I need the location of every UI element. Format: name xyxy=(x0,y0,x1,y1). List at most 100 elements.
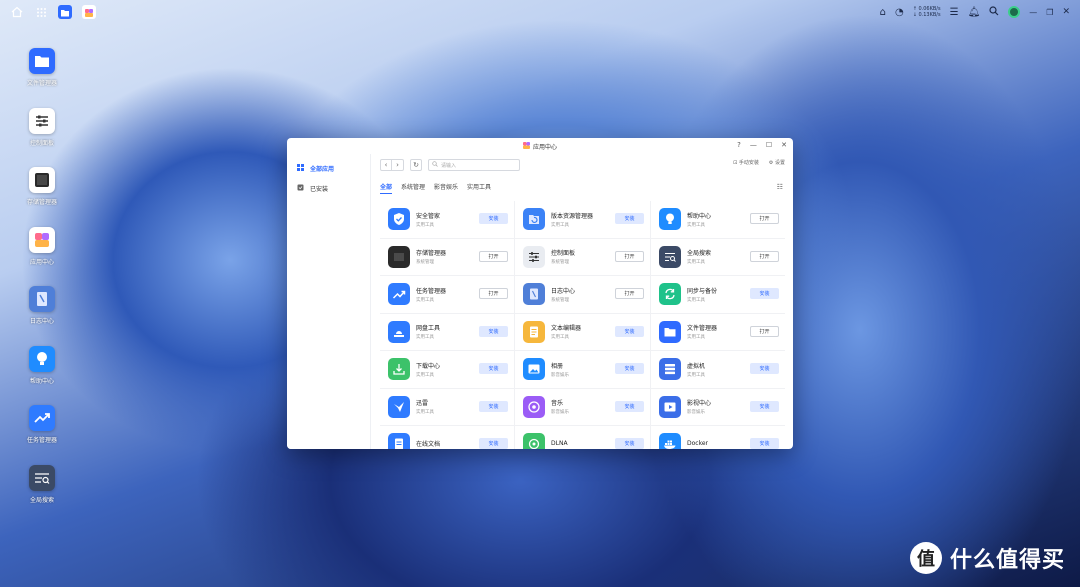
app-card[interactable]: 控制面板 系统管理 打开 xyxy=(515,238,651,276)
top-taskbar: ⌂ ◔ ↑ 0.06KB/s ↓ 0.13KB/s ☰ 🔔︎ — ❐ ✕ xyxy=(0,0,1080,24)
app-card[interactable]: 文本编辑器 实用工具 安装 xyxy=(515,313,651,351)
desktop-item-label: 应用中心 xyxy=(29,258,54,266)
app-card[interactable]: 存储管理器 系统管理 打开 xyxy=(380,238,515,276)
app-name: 日志中心 xyxy=(551,287,576,295)
back-button[interactable]: ‹ xyxy=(380,159,392,171)
restore-icon[interactable]: ❐ xyxy=(1046,8,1053,17)
install-button[interactable]: 安装 xyxy=(750,288,779,299)
search-input[interactable]: 请输入 xyxy=(428,159,520,171)
install-button[interactable]: 安装 xyxy=(615,400,644,412)
app-card[interactable]: 同步与备份 实用工具 安装 xyxy=(651,276,785,314)
open-button[interactable]: 打开 xyxy=(479,250,508,262)
manual-install-label: 手动安装 xyxy=(738,160,759,166)
tab-utilities[interactable]: 实用工具 xyxy=(467,182,491,194)
app-name: 全局搜索 xyxy=(687,250,712,258)
app-card[interactable]: 在线文档 安装 xyxy=(380,426,515,449)
desktop-item-storage-manager[interactable]: 存储管理器 xyxy=(18,167,66,227)
home-icon[interactable] xyxy=(10,5,24,19)
taskbar-app-center-icon[interactable] xyxy=(82,5,96,19)
app-name: 文本编辑器 xyxy=(551,325,582,333)
open-button[interactable]: 打开 xyxy=(479,288,508,299)
toolbar: ‹ › ↻ 请输入 ⊡ 手动安装 ⚙ 设置 xyxy=(380,158,785,172)
app-card[interactable]: 日志中心 系统管理 打开 xyxy=(515,276,651,314)
app-card[interactable]: 版本资源管理器 实用工具 安装 xyxy=(515,201,651,239)
open-button[interactable]: 打开 xyxy=(750,213,779,224)
app-grid-icon[interactable] xyxy=(34,5,48,19)
minimize-icon[interactable]: — xyxy=(1029,8,1037,17)
app-card[interactable]: 迅雷 实用工具 安装 xyxy=(380,388,515,426)
close-icon[interactable]: ✕ xyxy=(1062,7,1070,17)
log-icon xyxy=(29,286,55,312)
filter-icon[interactable]: ☷ xyxy=(777,183,783,191)
app-card[interactable]: 文件管理器 实用工具 打开 xyxy=(651,314,785,351)
dlna-icon xyxy=(523,433,545,449)
window-titlebar[interactable]: 应用中心 ? — ☐ ✕ xyxy=(287,138,793,154)
app-category: 实用工具 xyxy=(416,222,434,228)
install-button[interactable]: 安装 xyxy=(615,363,644,374)
app-category: 实用工具 xyxy=(416,372,434,378)
app-card[interactable]: 音乐 影音娱乐 安装 xyxy=(515,388,651,426)
app-card[interactable]: 影视中心 影音娱乐 安装 xyxy=(651,389,785,426)
app-card[interactable]: Docker 安装 xyxy=(651,426,785,449)
installed-icon xyxy=(297,184,304,193)
app-card[interactable]: 下载中心 实用工具 安装 xyxy=(380,351,515,389)
minimize-icon[interactable]: — xyxy=(750,141,757,149)
taskbar-file-manager-icon[interactable] xyxy=(58,5,72,19)
install-button[interactable]: 安装 xyxy=(750,438,779,449)
install-button[interactable]: 安装 xyxy=(479,213,508,224)
install-button[interactable]: 安装 xyxy=(615,438,644,449)
desktop-item-app-center[interactable]: 应用中心 xyxy=(18,226,66,287)
network-icon[interactable]: ⌂ xyxy=(880,7,886,18)
maximize-icon[interactable]: ☐ xyxy=(766,141,772,149)
app-category: 系统管理 xyxy=(416,260,434,266)
tab-all[interactable]: 全部 xyxy=(380,182,393,194)
install-button[interactable]: 安装 xyxy=(479,325,508,337)
app-card[interactable]: 相册 影音娱乐 安装 xyxy=(515,351,651,389)
help-icon[interactable]: ? xyxy=(737,141,741,149)
window-title: 应用中心 xyxy=(532,143,557,151)
install-button[interactable]: 安装 xyxy=(750,363,779,374)
app-card[interactable]: 安全管家 实用工具 安装 xyxy=(380,201,515,239)
open-button[interactable]: 打开 xyxy=(615,250,644,262)
avatar[interactable] xyxy=(1008,6,1021,18)
open-button[interactable]: 打开 xyxy=(750,325,779,337)
refresh-button[interactable]: ↻ xyxy=(410,159,422,171)
server-status-icon[interactable]: ☰ xyxy=(950,7,959,18)
tab-system-management[interactable]: 系统管理 xyxy=(401,182,425,194)
app-card[interactable]: 帮助中心 实用工具 打开 xyxy=(651,201,785,239)
app-card[interactable]: 虚拟机 实用工具 安装 xyxy=(651,351,785,389)
desktop-item-file-manager[interactable]: 文件管理器 xyxy=(18,48,66,108)
app-card[interactable]: 全局搜索 实用工具 打开 xyxy=(651,239,785,276)
app-category: 实用工具 xyxy=(687,372,705,378)
install-button[interactable]: 安装 xyxy=(615,213,644,224)
disk-icon xyxy=(388,245,410,268)
install-button[interactable]: 安装 xyxy=(479,400,508,412)
download-icon xyxy=(388,358,410,381)
desktop-item-global-search[interactable]: 全局搜索 xyxy=(18,464,66,525)
sidebar-item-all-apps[interactable]: 全部应用 xyxy=(297,164,334,173)
app-card[interactable]: 任务管理器 实用工具 打开 xyxy=(380,276,515,314)
desktop-item-help-center[interactable]: 帮助中心 xyxy=(18,345,66,406)
manual-install-button[interactable]: ⊡ 手动安装 xyxy=(733,159,759,166)
install-button[interactable]: 安装 xyxy=(615,325,644,337)
bell-icon[interactable]: 🔔︎ xyxy=(968,7,981,18)
open-button[interactable]: 打开 xyxy=(750,250,779,262)
desktop-item-task-manager[interactable]: 任务管理器 xyxy=(18,405,66,465)
app-category: 实用工具 xyxy=(687,335,705,341)
install-button[interactable]: 安装 xyxy=(479,438,508,449)
sidebar-item-installed[interactable]: 已安装 xyxy=(297,184,328,193)
search-doc-icon xyxy=(29,464,55,491)
desktop-item-log-center[interactable]: 日志中心 xyxy=(18,286,66,346)
speed-gauge-icon[interactable]: ◔ xyxy=(895,7,904,18)
app-card[interactable]: 网盘工具 实用工具 安装 xyxy=(380,313,515,351)
search-icon[interactable] xyxy=(989,5,999,19)
desktop-item-control-panel[interactable]: 控制面板 xyxy=(18,107,66,168)
install-button[interactable]: 安装 xyxy=(479,363,508,374)
open-button[interactable]: 打开 xyxy=(615,288,644,299)
settings-button[interactable]: ⚙ 设置 xyxy=(769,159,785,166)
forward-button[interactable]: › xyxy=(392,159,404,171)
app-card[interactable]: DLNA 安装 xyxy=(515,426,651,449)
tab-media-entertainment[interactable]: 影音娱乐 xyxy=(434,182,458,194)
close-icon[interactable]: ✕ xyxy=(781,141,787,149)
install-button[interactable]: 安装 xyxy=(750,400,779,412)
